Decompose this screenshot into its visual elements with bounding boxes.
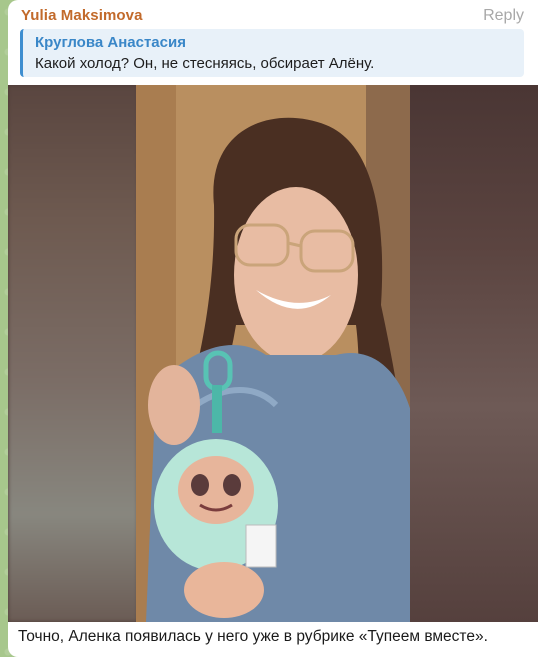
quoted-text: Какой холод? Он, не стесняясь, обсирает … [35,55,375,72]
media-blur-left [8,85,138,622]
video-media[interactable] [8,85,538,622]
quoted-message[interactable]: Круглова Анастасия Какой холод? Он, не с… [20,29,524,77]
message-caption: Точно, Аленка появилась у него уже в руб… [18,628,488,645]
media-blur-right [410,85,538,622]
reply-button[interactable]: Reply [483,7,524,25]
sender-name[interactable]: Yulia Maksimova [21,7,143,24]
message-bubble: Yulia Maksimova Reply Круглова Анастасия… [8,0,538,657]
video-frame-illustration [136,85,412,622]
video-frame [136,85,412,622]
quoted-author: Круглова Анастасия [35,34,186,51]
